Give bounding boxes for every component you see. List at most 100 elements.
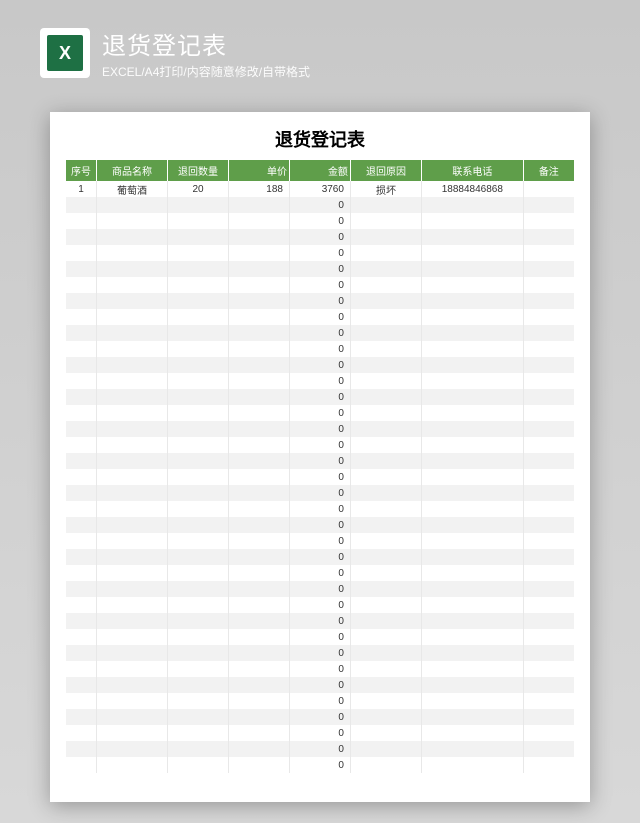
cell-name (96, 405, 167, 421)
cell-reason (350, 565, 421, 581)
cell-price (229, 533, 290, 549)
cell-qty (168, 261, 229, 277)
cell-amount: 0 (289, 725, 350, 741)
cell-phone (422, 197, 524, 213)
cell-reason (350, 757, 421, 773)
cell-name (96, 421, 167, 437)
cell-reason (350, 661, 421, 677)
cell-seq (66, 693, 96, 709)
cell-name (96, 549, 167, 565)
cell-price (229, 197, 290, 213)
table-row: 0 (66, 293, 574, 309)
cell-name (96, 469, 167, 485)
cell-price (229, 245, 290, 261)
cell-phone (422, 357, 524, 373)
cell-qty (168, 389, 229, 405)
header-title: 退货登记表 (102, 26, 310, 61)
cell-name (96, 597, 167, 613)
cell-amount: 3760 (289, 181, 350, 197)
cell-seq (66, 565, 96, 581)
cell-name (96, 213, 167, 229)
cell-name (96, 325, 167, 341)
col-phone-header: 联系电话 (422, 160, 524, 181)
cell-qty (168, 453, 229, 469)
cell-amount: 0 (289, 229, 350, 245)
cell-reason (350, 629, 421, 645)
cell-amount: 0 (289, 517, 350, 533)
cell-phone (422, 453, 524, 469)
table-body: 1葡萄酒201883760损坏1888484686800000000000000… (66, 181, 574, 773)
cell-amount: 0 (289, 565, 350, 581)
cell-reason (350, 325, 421, 341)
cell-seq (66, 245, 96, 261)
cell-note (523, 725, 574, 741)
table-row: 0 (66, 709, 574, 725)
table-row: 1葡萄酒201883760损坏18884846868 (66, 181, 574, 197)
cell-note (523, 437, 574, 453)
col-seq-header: 序号 (66, 160, 96, 181)
cell-price (229, 757, 290, 773)
cell-note (523, 533, 574, 549)
cell-name (96, 437, 167, 453)
cell-note (523, 565, 574, 581)
cell-reason (350, 501, 421, 517)
cell-reason (350, 293, 421, 309)
cell-note (523, 405, 574, 421)
template-header: X 退货登记表 EXCEL/A4打印/内容随意修改/自带格式 (40, 26, 310, 80)
col-amount-header: 金额 (289, 160, 350, 181)
cell-phone (422, 229, 524, 245)
table-row: 0 (66, 389, 574, 405)
cell-phone (422, 501, 524, 517)
cell-price (229, 549, 290, 565)
cell-phone (422, 389, 524, 405)
cell-note (523, 181, 574, 197)
cell-note (523, 325, 574, 341)
table-row: 0 (66, 581, 574, 597)
cell-seq (66, 725, 96, 741)
cell-qty (168, 245, 229, 261)
table-row: 0 (66, 613, 574, 629)
cell-phone (422, 373, 524, 389)
cell-amount: 0 (289, 549, 350, 565)
cell-seq (66, 709, 96, 725)
cell-amount: 0 (289, 437, 350, 453)
table-row: 0 (66, 469, 574, 485)
cell-note (523, 309, 574, 325)
cell-reason (350, 549, 421, 565)
cell-note (523, 629, 574, 645)
cell-note (523, 277, 574, 293)
cell-price: 188 (229, 181, 290, 197)
cell-qty (168, 293, 229, 309)
cell-amount: 0 (289, 677, 350, 693)
cell-seq (66, 373, 96, 389)
cell-price (229, 389, 290, 405)
table-row: 0 (66, 757, 574, 773)
cell-reason (350, 597, 421, 613)
cell-phone (422, 325, 524, 341)
cell-note (523, 517, 574, 533)
cell-note (523, 341, 574, 357)
cell-price (229, 341, 290, 357)
cell-note (523, 421, 574, 437)
cell-note (523, 757, 574, 773)
table-row: 0 (66, 597, 574, 613)
cell-name (96, 645, 167, 661)
col-note-header: 备注 (523, 160, 574, 181)
cell-amount: 0 (289, 597, 350, 613)
cell-note (523, 389, 574, 405)
cell-reason (350, 405, 421, 421)
cell-note (523, 693, 574, 709)
cell-reason (350, 581, 421, 597)
cell-reason (350, 613, 421, 629)
cell-amount: 0 (289, 613, 350, 629)
cell-amount: 0 (289, 709, 350, 725)
cell-phone (422, 469, 524, 485)
table-row: 0 (66, 437, 574, 453)
cell-seq (66, 453, 96, 469)
table-row: 0 (66, 661, 574, 677)
cell-price (229, 485, 290, 501)
cell-phone (422, 597, 524, 613)
cell-name (96, 197, 167, 213)
table-row: 0 (66, 629, 574, 645)
cell-phone (422, 661, 524, 677)
